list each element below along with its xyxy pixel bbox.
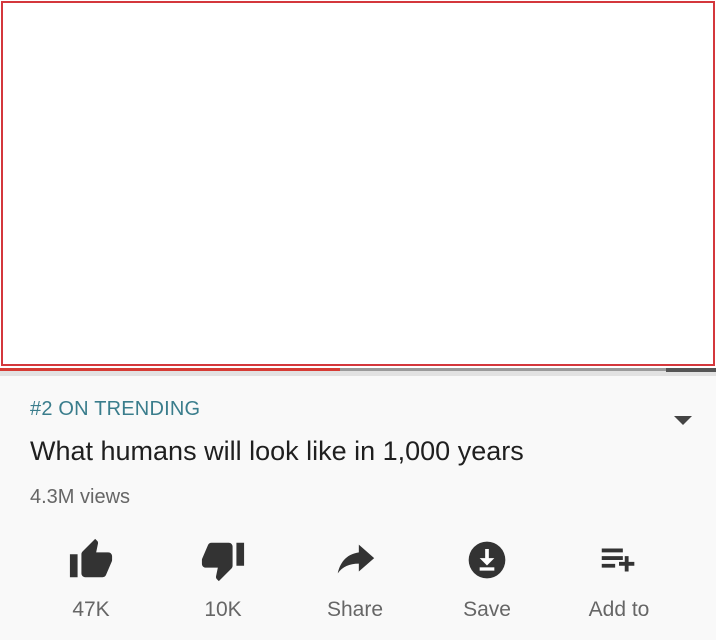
share-label: Share xyxy=(326,598,384,621)
share-button[interactable]: Share xyxy=(300,536,410,626)
video-player[interactable] xyxy=(1,1,715,366)
action-bar: 47K 10K Share Save Add to xyxy=(0,536,716,626)
chevron-down-icon[interactable] xyxy=(674,416,692,425)
video-title: What humans will look like in 1,000 year… xyxy=(30,436,524,466)
progress-buffered xyxy=(340,368,666,371)
save-button[interactable]: Save xyxy=(432,536,542,626)
thumbs-down-icon xyxy=(199,536,247,584)
video-info-panel: #2 ON TRENDING What humans will look lik… xyxy=(0,376,716,640)
add-to-label: Add to xyxy=(588,598,650,621)
progress-end-segment xyxy=(666,368,716,372)
dislike-button[interactable]: 10K xyxy=(168,536,278,626)
playlist-add-icon xyxy=(595,536,643,584)
like-count: 47K xyxy=(72,598,110,621)
add-to-playlist-button[interactable]: Add to xyxy=(564,536,674,626)
save-label: Save xyxy=(463,598,511,621)
share-arrow-icon xyxy=(331,536,379,584)
video-progress-bar[interactable] xyxy=(0,368,716,376)
dislike-count: 10K xyxy=(204,598,242,621)
thumbs-up-icon xyxy=(67,536,115,584)
trending-badge[interactable]: #2 ON TRENDING xyxy=(30,398,200,421)
view-count: 4.3M views xyxy=(30,486,131,508)
download-icon xyxy=(463,536,511,584)
like-button[interactable]: 47K xyxy=(36,536,146,626)
progress-played xyxy=(0,368,340,371)
